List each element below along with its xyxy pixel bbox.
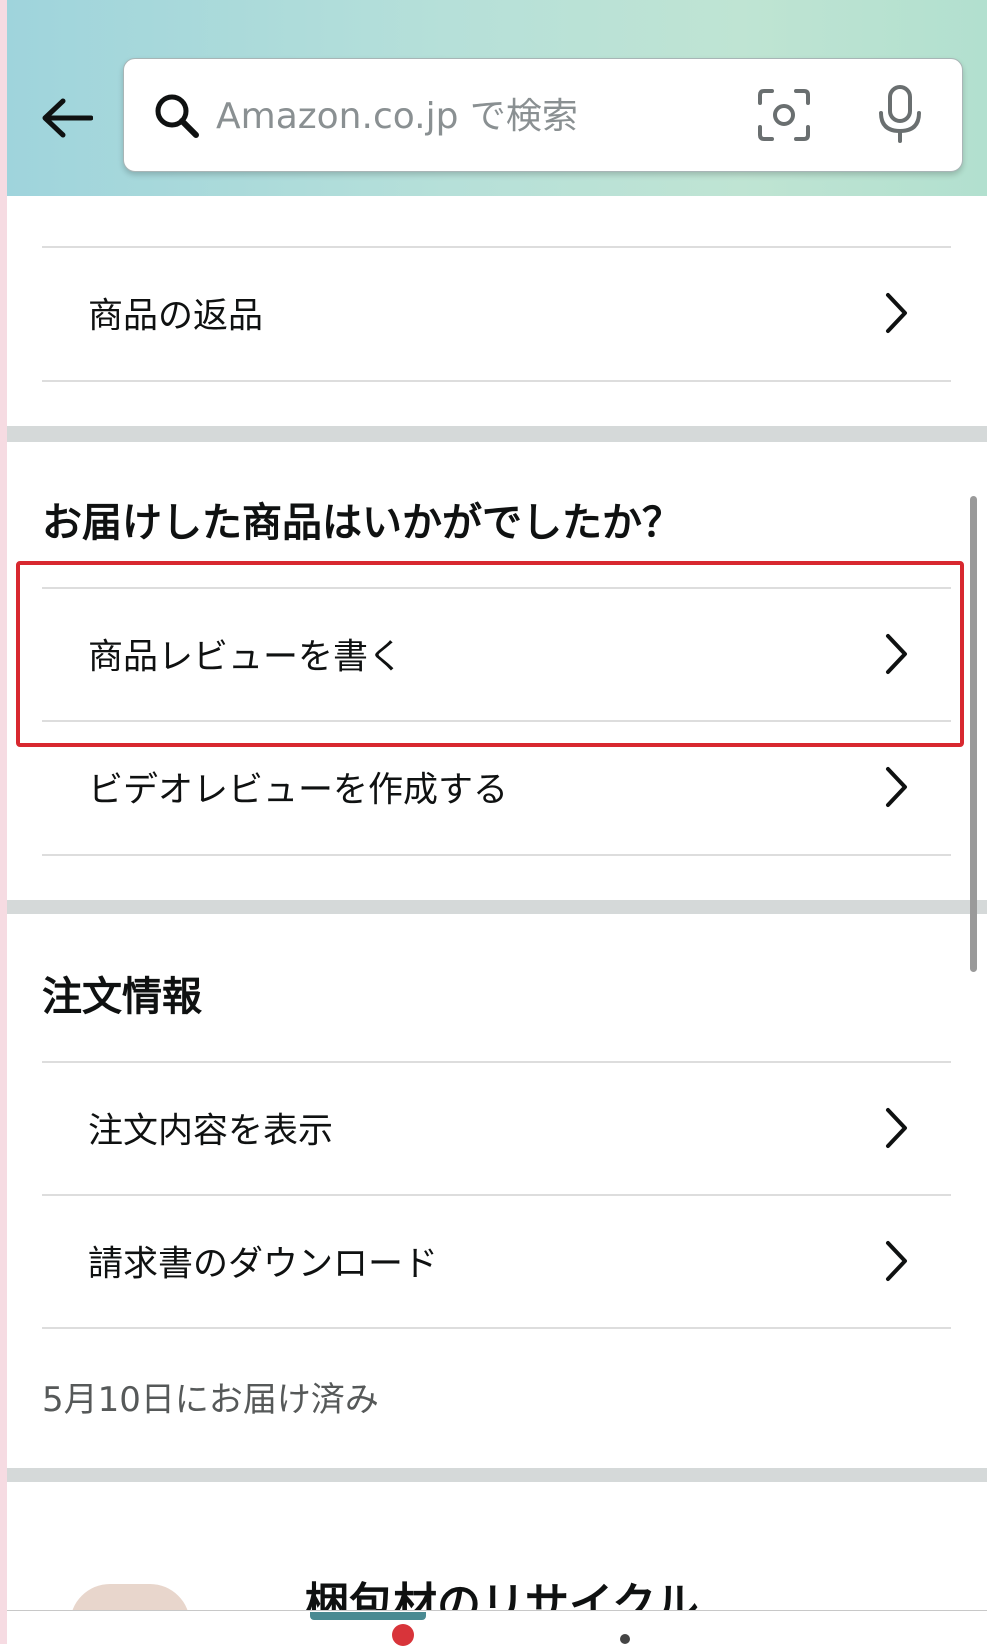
section-separator: [7, 1468, 987, 1482]
write-review-row[interactable]: 商品レビューを書く: [42, 587, 951, 720]
download-invoice-label: 請求書のダウンロード: [88, 1244, 439, 1284]
delivery-status: 5月10日にお届け済み: [42, 1380, 379, 1420]
view-order-label: 注文内容を表示: [88, 1111, 334, 1151]
cart-badge: [392, 1624, 414, 1646]
recycle-section-title: 梱包材のリサイクル: [305, 1579, 699, 1610]
order-section-title: 注文情報: [42, 974, 202, 1020]
chevron-right-icon: [886, 1107, 907, 1148]
video-review-label: ビデオレビューを作成する: [88, 770, 509, 811]
return-item-label: 商品の返品: [88, 296, 264, 337]
back-button[interactable]: [35, 86, 99, 150]
write-review-label: 商品レビューを書く: [88, 637, 404, 677]
search-box[interactable]: [123, 58, 963, 172]
return-item-row[interactable]: 商品の返品: [42, 246, 951, 380]
review-section-title: お届けした商品はいかがでしたか？: [42, 500, 682, 546]
chevron-right-icon: [886, 633, 907, 674]
view-order-row[interactable]: 注文内容を表示: [42, 1061, 951, 1194]
video-review-row[interactable]: ビデオレビューを作成する: [42, 720, 951, 854]
left-edge-strip: [0, 0, 7, 1644]
chevron-right-icon: [886, 1240, 907, 1281]
nav-icon-dot[interactable]: [620, 1634, 630, 1644]
chevron-right-icon: [886, 293, 907, 333]
download-invoice-row[interactable]: 請求書のダウンロード: [42, 1194, 951, 1327]
divider: [42, 854, 951, 856]
divider: [42, 380, 951, 382]
search-input[interactable]: [214, 81, 638, 151]
arrow-left-icon: [42, 98, 93, 138]
microphone-icon[interactable]: [872, 85, 928, 145]
scrollbar[interactable]: [970, 496, 977, 972]
search-icon: [155, 94, 199, 138]
active-tab-indicator: [310, 1612, 426, 1620]
camera-icon[interactable]: [756, 87, 812, 143]
section-separator: [7, 900, 987, 914]
header: [7, 0, 987, 196]
divider: [42, 1327, 951, 1329]
bottom-nav-bar: [7, 1610, 987, 1645]
section-separator: [7, 426, 987, 442]
chevron-right-icon: [886, 767, 907, 807]
